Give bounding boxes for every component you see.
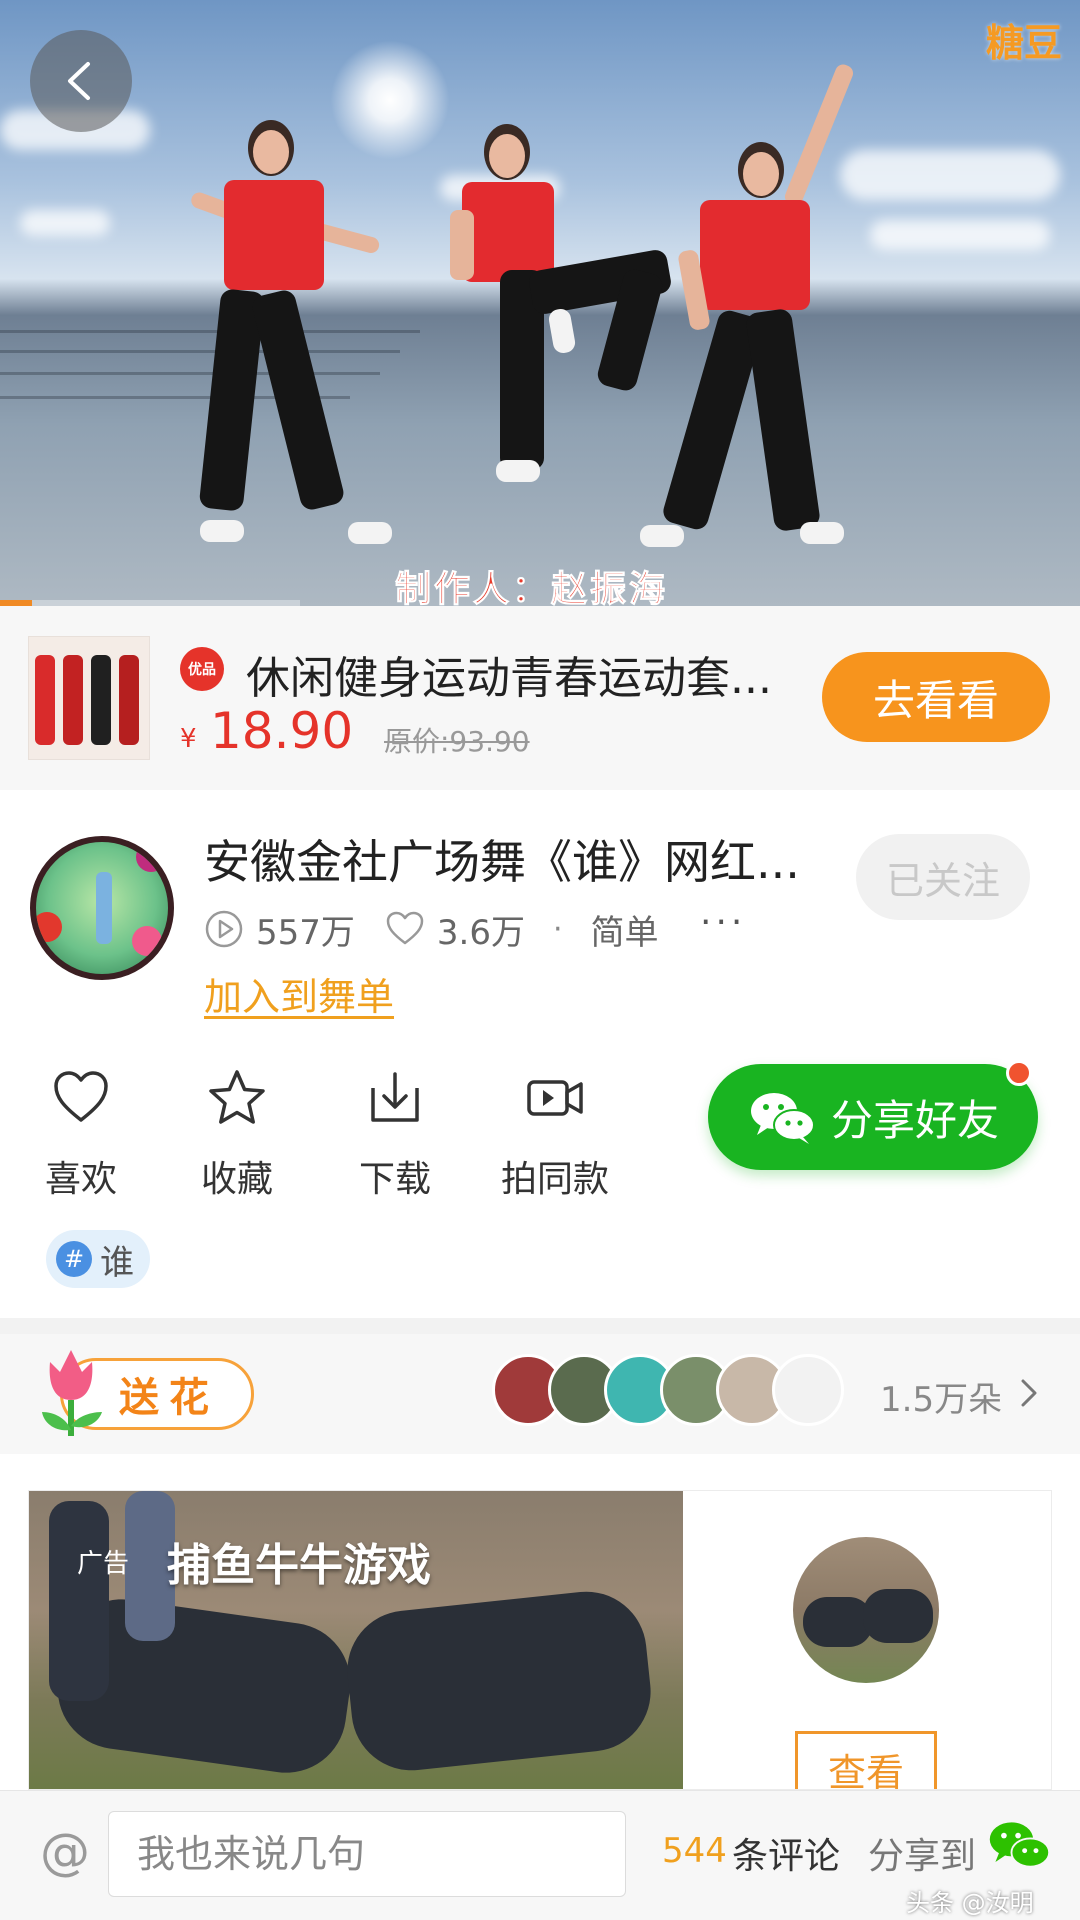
ad-title: 捕鱼牛牛游戏 — [167, 1540, 431, 1591]
price-currency: ¥ — [180, 724, 197, 754]
sun — [330, 40, 450, 160]
difficulty: 简单 — [590, 912, 659, 953]
video-player[interactable]: 糖豆 制作人：赵振海 — [0, 0, 1080, 606]
original-price: 原价:93.90 — [384, 725, 530, 758]
back-button[interactable] — [30, 30, 132, 132]
floor-line — [0, 350, 400, 353]
ad-label: 广告 — [77, 1549, 130, 1579]
heart-icon — [54, 1071, 108, 1122]
mention-icon[interactable]: @ — [40, 1823, 90, 1881]
more-options-button[interactable]: ··· — [700, 902, 746, 943]
notification-dot — [1006, 1060, 1032, 1086]
product-bar[interactable]: 优品 休闲健身运动青春运动套... ¥ 18.90 原价:93.90 去看看 — [0, 606, 1080, 790]
share-to-label: 分享到 — [868, 1836, 977, 1877]
play-count: 557万 — [256, 912, 355, 953]
download-icon — [371, 1072, 419, 1122]
tulip-icon — [42, 1350, 102, 1436]
fan-avatar[interactable] — [772, 1354, 844, 1426]
video-caption: 制作人：赵振海 — [394, 568, 669, 607]
ad-avatar[interactable] — [793, 1537, 939, 1683]
favorite-label: 收藏 — [200, 1159, 273, 1200]
watermark: 头条 @汝明 — [906, 1889, 1034, 1917]
wechat-icon — [750, 1093, 815, 1144]
go-see-button[interactable]: 去看看 — [822, 652, 1050, 742]
download-label: 下载 — [358, 1159, 431, 1200]
dance-stats: 557万 3.6万 · 简单 — [204, 904, 659, 954]
floor-line — [0, 330, 420, 333]
topic-tag[interactable]: # 谁 — [46, 1230, 150, 1288]
follow-button[interactable]: 已关注 — [856, 834, 1030, 920]
cloud — [840, 150, 1060, 200]
dance-title: 安徽金社广场舞《谁》网红... — [204, 835, 800, 889]
author-avatar[interactable] — [30, 836, 174, 980]
product-thumbnail[interactable] — [28, 636, 150, 760]
section-divider — [0, 1318, 1080, 1334]
stats-separator: · — [552, 911, 563, 947]
ad-view-button[interactable]: 查看 — [795, 1731, 937, 1789]
product-title[interactable]: 休闲健身运动青春运动套... — [246, 642, 786, 706]
youpin-badge: 优品 — [180, 647, 224, 691]
share-friends-button[interactable]: 分享好友 — [708, 1064, 1038, 1170]
comment-count-label[interactable]: 条评论 — [732, 1827, 840, 1879]
comment-count[interactable]: 544 — [662, 1831, 727, 1871]
add-to-dance-list-link[interactable]: 加入到舞单 — [204, 966, 394, 1021]
like-count: 3.6万 — [436, 912, 525, 953]
favorite-button[interactable]: 收藏 — [172, 1068, 302, 1202]
play-count-icon — [205, 910, 243, 948]
flower-count[interactable]: 1.5万朵 — [880, 1372, 1002, 1421]
cloud — [20, 210, 110, 236]
comment-input[interactable] — [108, 1811, 626, 1897]
product-price: 18.90 — [210, 702, 354, 760]
video-camera-icon — [527, 1080, 583, 1116]
comment-bar: @ 544 条评论 分享到 头条 @汝明 — [0, 1790, 1080, 1920]
share-friends-label: 分享好友 — [830, 1095, 999, 1145]
wechat-share-icon[interactable] — [986, 1817, 1052, 1873]
star-icon — [209, 1070, 265, 1124]
shoot-same-button[interactable]: 拍同款 — [490, 1068, 620, 1202]
like-label: 喜欢 — [44, 1159, 117, 1200]
section-divider — [0, 1454, 1080, 1490]
chevron-left-icon — [68, 62, 90, 100]
topic-tag-label: 谁 — [100, 1242, 134, 1283]
ad-card[interactable]: 广告 捕鱼牛牛游戏 查看 — [28, 1490, 1052, 1790]
hashtag-icon: # — [56, 1241, 92, 1277]
heart-outline-icon — [386, 911, 424, 945]
chevron-right-icon[interactable] — [1016, 1374, 1042, 1412]
download-button[interactable]: 下载 — [330, 1068, 460, 1202]
like-button[interactable]: 喜欢 — [16, 1068, 146, 1202]
brand-logo: 糖豆 — [985, 21, 1062, 65]
cloud — [870, 220, 1050, 250]
flower-row: 送花 1.5万朵 — [0, 1334, 1080, 1454]
floor-line — [0, 372, 380, 375]
shoot-same-label: 拍同款 — [500, 1159, 609, 1200]
